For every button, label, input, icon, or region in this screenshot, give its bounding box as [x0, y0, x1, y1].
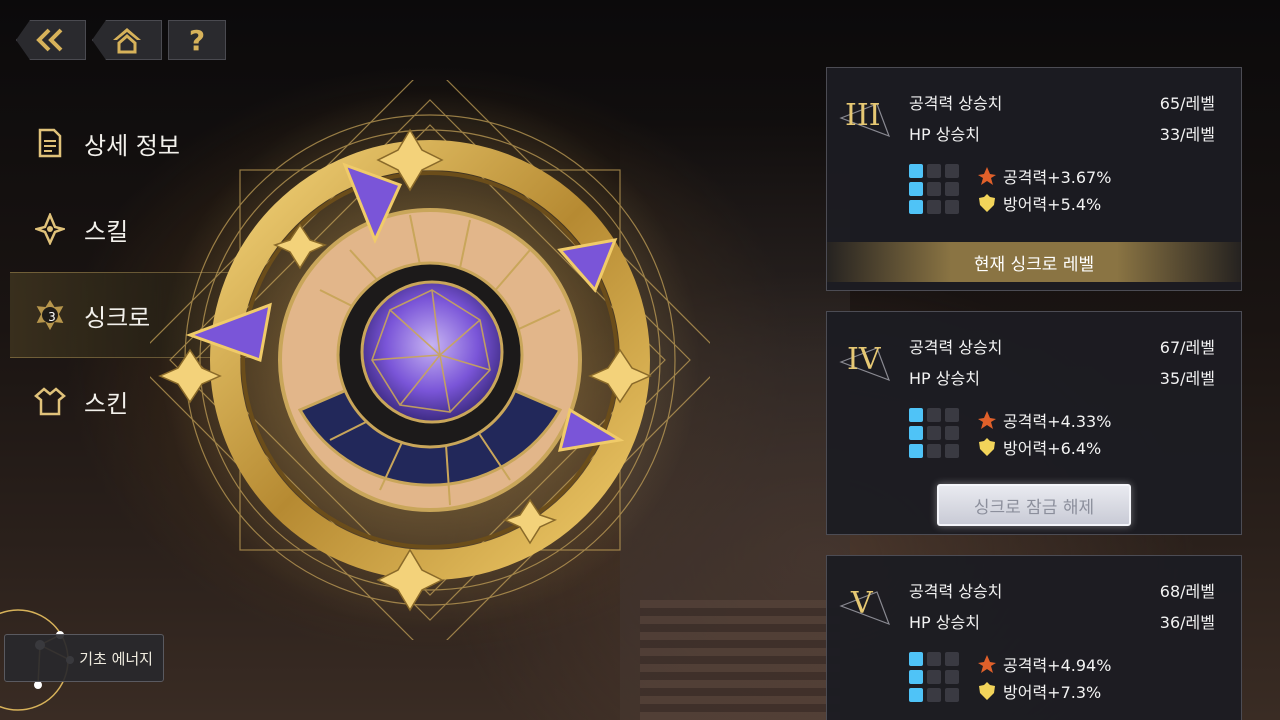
roman-numeral: V	[851, 586, 873, 621]
basic-energy-button[interactable]: 기초 에너지	[4, 634, 164, 682]
sidebar-item-label: 스킬	[84, 217, 129, 246]
sidebar-item-label: 싱크로	[84, 303, 151, 332]
help-icon: ?	[188, 23, 206, 57]
sync-slot	[909, 426, 923, 440]
sync-slot	[927, 652, 941, 666]
sync-slot	[909, 444, 923, 458]
stat-label: 공격력 상승치	[909, 338, 1003, 357]
sync-slot	[909, 408, 923, 422]
skill-star-icon	[34, 213, 66, 245]
attack-flame-icon	[978, 167, 996, 185]
sync-slot	[927, 200, 941, 214]
help-button[interactable]: ?	[168, 20, 226, 60]
bonus-text: 공격력+4.33%	[1003, 412, 1112, 431]
bonus-text: 방어력+5.4%	[1003, 195, 1102, 214]
stat-label: 공격력 상승치	[909, 582, 1003, 601]
attack-flame-icon	[978, 655, 996, 673]
roman-numeral: III	[845, 98, 881, 133]
bonus-attack: 공격력+4.94%	[977, 652, 1111, 676]
sync-slot-grid	[909, 164, 959, 214]
sync-slot	[927, 444, 941, 458]
skin-outfit-icon	[34, 385, 66, 417]
bonus-text: 공격력+3.67%	[1003, 168, 1112, 187]
sync-unlock-label: 싱크로 잠금 해제	[973, 497, 1095, 518]
sync-slot	[945, 200, 959, 214]
sync-emblem	[150, 80, 710, 640]
sync-slot	[909, 200, 923, 214]
bonus-defense: 방어력+5.4%	[977, 191, 1101, 215]
sync-slot	[927, 426, 941, 440]
roman-numeral: IV	[847, 342, 881, 377]
current-sync-level-label: 현재 싱크로 레벨	[973, 254, 1095, 275]
sync-panel-3: III 공격력 상승치 65/레벨 HP 상승치 33/레벨 공격력+3.67%…	[826, 67, 1242, 291]
sync-slot	[909, 164, 923, 178]
stat-value: 36/레벨	[1159, 613, 1215, 632]
basic-energy-label: 기초 에너지	[79, 649, 153, 668]
stat-hp-row: HP 상승치 35/레벨	[909, 365, 1215, 389]
sync-badge-icon: 3	[34, 299, 66, 331]
sync-panel-5: V 공격력 상승치 68/레벨 HP 상승치 36/레벨 공격력+4.94% 방…	[826, 555, 1242, 720]
sync-slot	[927, 688, 941, 702]
attack-flame-icon	[978, 411, 996, 429]
bonus-text: 방어력+6.4%	[1003, 439, 1102, 458]
sync-slot-grid	[909, 408, 959, 458]
sync-slot	[945, 652, 959, 666]
stat-hp-row: HP 상승치 33/레벨	[909, 121, 1215, 145]
defense-shield-icon	[979, 682, 995, 700]
back-button[interactable]	[16, 20, 86, 60]
stat-label: 공격력 상승치	[909, 94, 1003, 113]
sync-slot	[945, 182, 959, 196]
sync-slot	[945, 670, 959, 684]
bonus-defense: 방어력+6.4%	[977, 435, 1101, 459]
sync-slot	[927, 182, 941, 196]
defense-shield-icon	[979, 438, 995, 456]
stat-hp-row: HP 상승치 36/레벨	[909, 609, 1215, 633]
sidebar-item-label: 스킨	[84, 389, 129, 418]
stat-value: 65/레벨	[1159, 94, 1215, 113]
sync-slot	[909, 670, 923, 684]
back-arrow-icon	[36, 28, 63, 52]
home-icon	[113, 28, 141, 54]
stat-value: 33/레벨	[1159, 125, 1215, 144]
bonus-attack: 공격력+4.33%	[977, 408, 1111, 432]
sync-slot	[945, 164, 959, 178]
stat-value: 67/레벨	[1159, 338, 1215, 357]
sync-slot	[945, 688, 959, 702]
bonus-defense: 방어력+7.3%	[977, 679, 1101, 703]
sync-badge-number: 3	[48, 310, 56, 324]
sync-slot	[927, 408, 941, 422]
bonus-text: 방어력+7.3%	[1003, 683, 1102, 702]
stat-attack-row: 공격력 상승치 65/레벨	[909, 90, 1215, 114]
stat-value: 35/레벨	[1159, 369, 1215, 388]
stat-attack-row: 공격력 상승치 68/레벨	[909, 578, 1215, 602]
stat-label: HP 상승치	[909, 613, 980, 632]
sync-slot	[945, 408, 959, 422]
sync-unlock-button[interactable]: 싱크로 잠금 해제	[937, 484, 1131, 526]
top-nav: ?	[16, 20, 226, 60]
sync-slot	[909, 652, 923, 666]
sync-slot	[927, 670, 941, 684]
defense-shield-icon	[979, 194, 995, 212]
home-button[interactable]	[92, 20, 162, 60]
sync-slot	[909, 688, 923, 702]
stat-attack-row: 공격력 상승치 67/레벨	[909, 334, 1215, 358]
sync-slot	[945, 444, 959, 458]
document-icon	[34, 127, 66, 159]
sync-slot-grid	[909, 652, 959, 702]
sync-slot	[909, 182, 923, 196]
sync-panel-4: IV 공격력 상승치 67/레벨 HP 상승치 35/레벨 공격력+4.33% …	[826, 311, 1242, 535]
bonus-attack: 공격력+3.67%	[977, 164, 1111, 188]
sync-slot	[945, 426, 959, 440]
stat-label: HP 상승치	[909, 369, 980, 388]
sync-slot	[927, 164, 941, 178]
bonus-text: 공격력+4.94%	[1003, 656, 1112, 675]
stat-label: HP 상승치	[909, 125, 980, 144]
stat-value: 68/레벨	[1159, 582, 1215, 601]
current-sync-level-banner: 현재 싱크로 레벨	[827, 242, 1241, 282]
